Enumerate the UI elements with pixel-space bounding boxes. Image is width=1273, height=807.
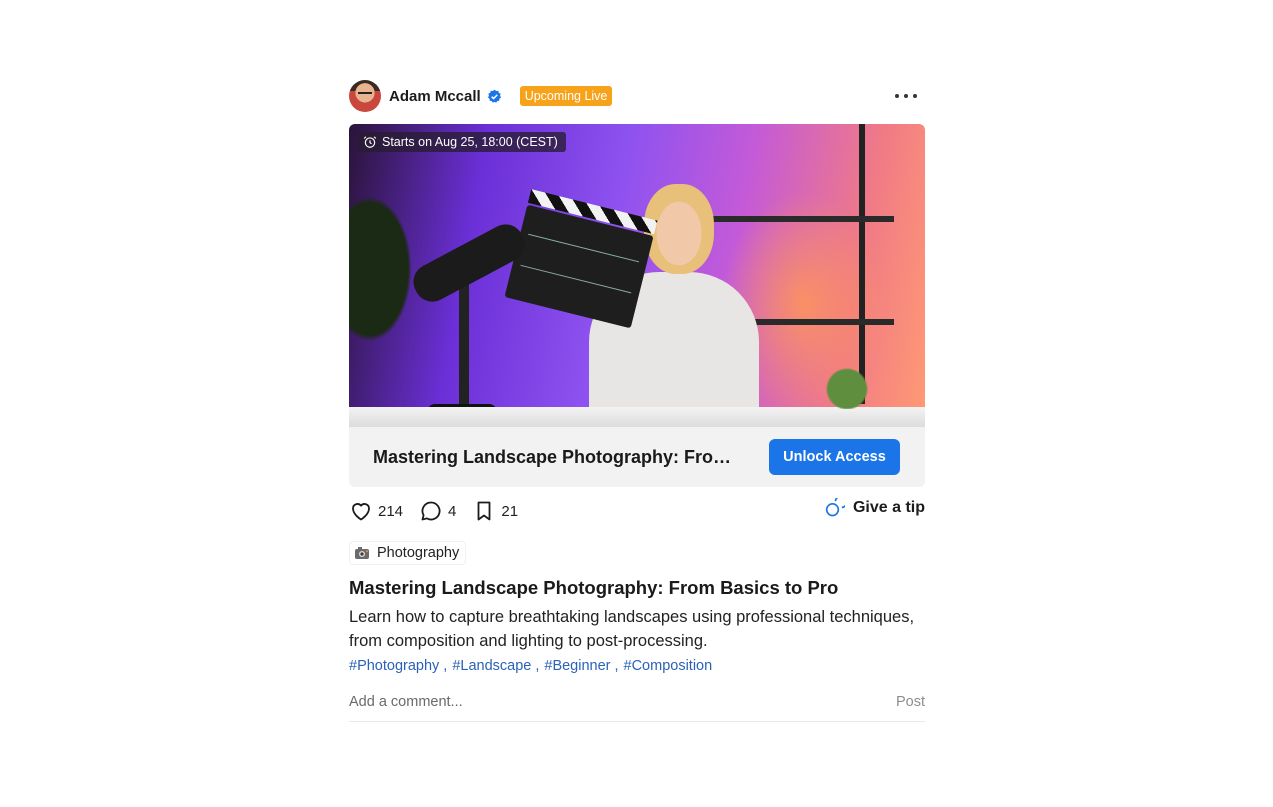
give-tip-label: Give a tip <box>852 499 925 516</box>
plant-graphic <box>349 184 419 354</box>
post-description: Learn how to capture breathtaking landsc… <box>349 608 915 650</box>
hashtag-link[interactable]: #Photography <box>349 658 439 674</box>
dot-icon <box>913 94 917 98</box>
post-comment-button[interactable]: Post <box>896 694 925 710</box>
heart-icon <box>352 503 370 521</box>
schedule-text: Starts on Aug 25, 18:00 (CEST) <box>382 135 558 149</box>
save-count: 21 <box>501 502 519 520</box>
more-options-button[interactable] <box>895 86 917 106</box>
cactus-graphic <box>817 359 877 409</box>
camera-icon <box>354 546 370 560</box>
comment-input[interactable] <box>349 692 829 710</box>
verified-badge-icon <box>487 89 502 104</box>
post-card: Adam Mccall Upcoming Live Starts on Aug … <box>349 78 925 722</box>
category-chip[interactable]: Photography <box>349 541 467 565</box>
media-preview[interactable]: Starts on Aug 25, 18:00 (CEST) Mastering… <box>349 124 925 487</box>
media-footer: Mastering Landscape Photography: From Ba… <box>349 427 925 487</box>
dot-icon <box>895 94 899 98</box>
save-button[interactable]: 21 <box>472 499 518 523</box>
unlock-access-button[interactable]: Unlock Access <box>769 439 900 475</box>
comment-row: Post <box>349 692 925 722</box>
like-button[interactable]: 214 <box>349 499 403 523</box>
hashtag-link[interactable]: #Landscape <box>452 658 531 674</box>
like-count: 214 <box>378 502 404 520</box>
avatar[interactable] <box>349 80 381 112</box>
cover-image <box>349 124 925 427</box>
comment-button[interactable]: 4 <box>419 499 456 523</box>
post-header: Adam Mccall Upcoming Live <box>349 78 925 114</box>
shelf-graphic <box>694 216 894 222</box>
media-title: Mastering Landscape Photography: From Ba… <box>373 446 743 467</box>
give-tip-button[interactable]: Give a tip <box>825 498 925 518</box>
comment-bubble-icon <box>421 501 441 521</box>
clapperboard-graphic <box>504 189 658 329</box>
comment-count: 4 <box>448 502 457 520</box>
author-name[interactable]: Adam Mccall <box>389 88 481 105</box>
dot-icon <box>904 94 908 98</box>
alarm-clock-icon <box>363 135 377 149</box>
hashtag-list: #Photography, #Landscape, #Beginner, #Compo… <box>349 658 713 674</box>
bookmark-icon <box>477 501 491 521</box>
coins-icon <box>825 498 845 517</box>
action-bar: 214 4 21 Give a tip <box>349 497 925 525</box>
schedule-badge: Starts on Aug 25, 18:00 (CEST) <box>357 132 566 152</box>
hashtag-link[interactable]: #Composition <box>624 658 713 674</box>
category-label: Photography <box>377 545 460 561</box>
status-badge: Upcoming Live <box>519 86 613 106</box>
post-title: Mastering Landscape Photography: From Ba… <box>349 577 839 598</box>
desk-graphic <box>349 407 925 427</box>
hashtag-link[interactable]: #Beginner <box>544 658 610 674</box>
